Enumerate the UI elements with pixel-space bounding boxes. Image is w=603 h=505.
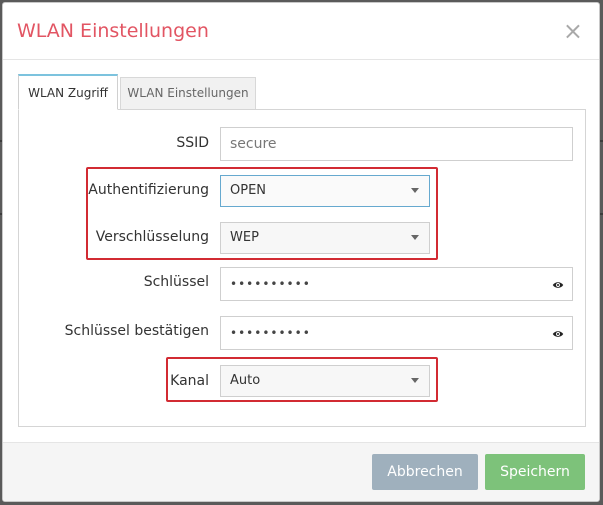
tab-wlan-einstellungen[interactable]: WLAN Einstellungen	[120, 77, 256, 110]
highlight-channel	[166, 357, 438, 402]
dialog-header: WLAN Einstellungen ×	[3, 3, 599, 60]
dialog-footer: Abbrechen Speichern	[3, 442, 599, 501]
save-button[interactable]: Speichern	[485, 454, 585, 490]
key-confirm-input[interactable]: ••••••••••	[220, 316, 573, 350]
tab-panel: SSID secure Authentifizierung OPEN Versc…	[18, 109, 586, 427]
close-icon[interactable]: ×	[563, 19, 583, 43]
eye-icon[interactable]	[552, 279, 564, 291]
dialog-title: WLAN Einstellungen	[17, 20, 209, 42]
ssid-input[interactable]: secure	[220, 127, 573, 161]
key-input[interactable]: ••••••••••	[220, 267, 573, 301]
key-label: Schlüssel	[143, 274, 209, 290]
tab-wlan-zugriff[interactable]: WLAN Zugriff	[18, 74, 118, 110]
highlight-auth-encryption	[86, 167, 438, 260]
wlan-settings-dialog: WLAN Einstellungen × WLAN Zugriff WLAN E…	[2, 2, 600, 502]
eye-icon[interactable]	[552, 328, 564, 340]
key-confirm-label: Schlüssel bestätigen	[64, 323, 209, 339]
cancel-button[interactable]: Abbrechen	[372, 454, 478, 490]
key-confirm-value: ••••••••••	[230, 326, 311, 340]
ssid-label: SSID	[176, 135, 209, 151]
key-value: ••••••••••	[230, 277, 311, 291]
